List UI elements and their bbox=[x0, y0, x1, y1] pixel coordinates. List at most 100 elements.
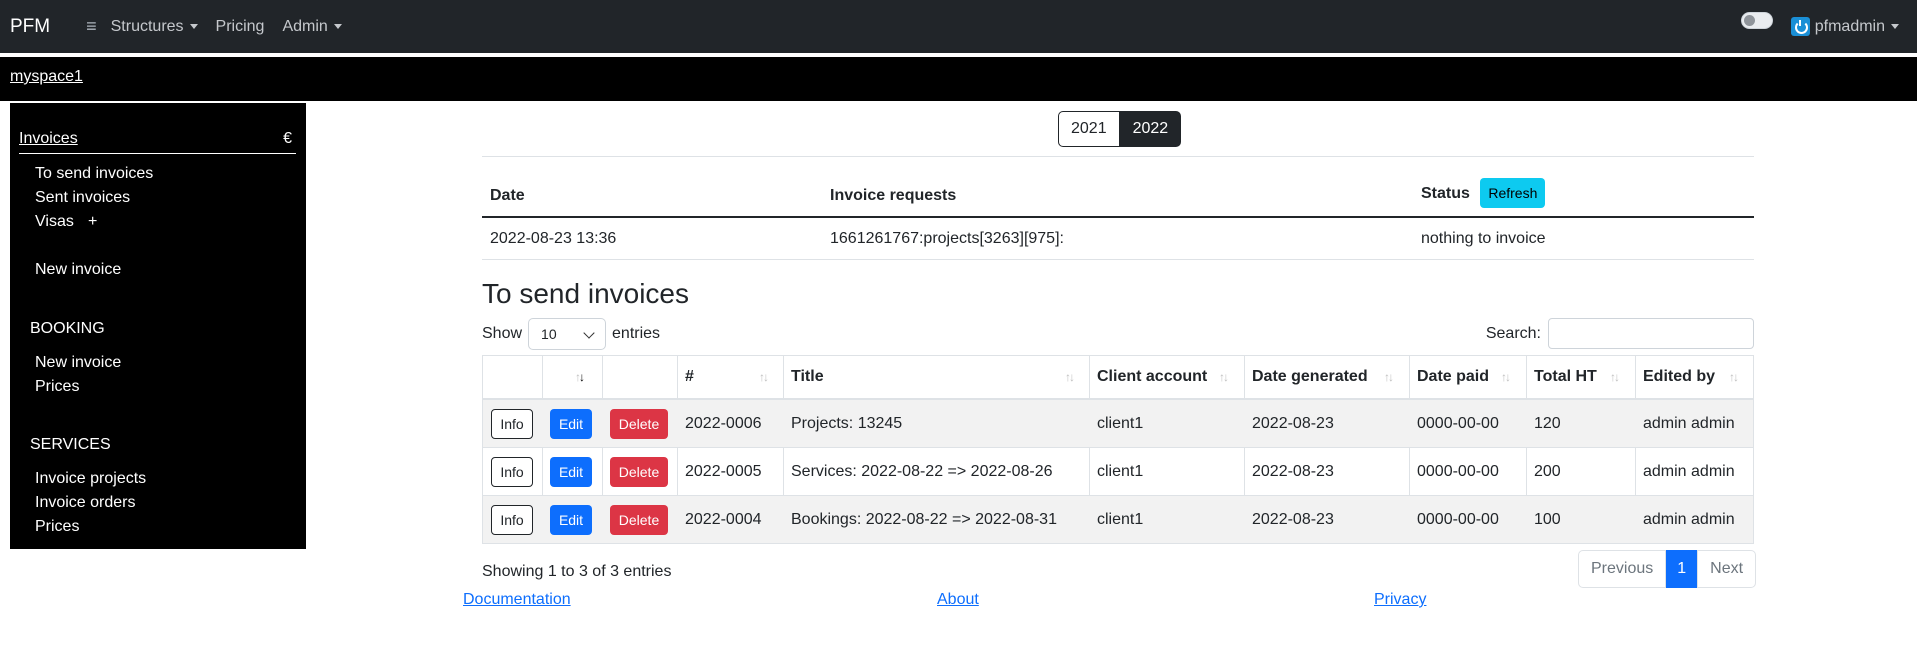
nav-admin[interactable]: Admin bbox=[282, 17, 342, 36]
footer-documentation-link[interactable]: Documentation bbox=[463, 591, 571, 609]
pagination: Previous 1 Next bbox=[1578, 550, 1757, 588]
cell-editor: admin admin bbox=[1643, 462, 1735, 480]
request-text: 1661261767:projects[3263][975]: bbox=[830, 229, 1064, 247]
status-label: Status bbox=[1421, 185, 1470, 203]
sort-icon[interactable]: ↑↓ bbox=[1065, 370, 1075, 384]
navbar-right: pfmadmin bbox=[1740, 0, 1899, 53]
sidebar-item-invoice-orders[interactable]: Invoice orders bbox=[35, 494, 136, 512]
edit-button[interactable]: Edit bbox=[550, 408, 592, 439]
pagination-next[interactable]: Next bbox=[1697, 550, 1757, 588]
entries-label: entries bbox=[612, 325, 661, 342]
switch-knob bbox=[1743, 15, 1755, 26]
edit-button[interactable]: Edit bbox=[550, 504, 592, 535]
footer-privacy-link[interactable]: Privacy bbox=[1374, 591, 1426, 609]
sidebar-item-booking-prices[interactable]: Prices bbox=[35, 378, 79, 396]
user-name: pfmadmin bbox=[1814, 17, 1885, 35]
cell-date-generated: 2022-08-23 bbox=[1252, 510, 1334, 528]
header-date-paid[interactable]: Date paid bbox=[1417, 368, 1489, 386]
cell-title: Services: 2022-08-22 => 2022-08-26 bbox=[791, 462, 1053, 480]
cell-total: 100 bbox=[1534, 510, 1561, 528]
sidebar-item-visas[interactable]: Visas bbox=[35, 213, 74, 231]
nav-admin-label: Admin bbox=[282, 17, 328, 35]
header-edited-by[interactable]: Edited by bbox=[1643, 368, 1715, 386]
space-bar: myspace1 bbox=[0, 57, 1917, 101]
show-label: Show bbox=[482, 325, 523, 342]
header-title[interactable]: Title bbox=[791, 368, 824, 386]
header-total-ht[interactable]: Total HT bbox=[1534, 368, 1597, 386]
nav-structures[interactable]: Structures bbox=[111, 18, 198, 36]
sort-icon[interactable]: ↑↓ bbox=[759, 370, 769, 384]
sidebar-item-booking-new-invoice[interactable]: New invoice bbox=[35, 354, 121, 372]
refresh-button[interactable]: Refresh bbox=[1480, 178, 1546, 209]
header-date-generated[interactable]: Date generated bbox=[1252, 368, 1368, 386]
sidebar-item-sent[interactable]: Sent invoices bbox=[35, 189, 130, 207]
caret-down-icon bbox=[1891, 24, 1899, 29]
cell-number: 2022-0006 bbox=[685, 414, 762, 432]
chevron-down-icon bbox=[583, 327, 595, 339]
add-visa-icon[interactable]: + bbox=[88, 213, 97, 231]
pagination-page-1[interactable]: 1 bbox=[1666, 550, 1698, 588]
sort-icon[interactable]: ↑↓ bbox=[1384, 370, 1394, 384]
cell-client: client1 bbox=[1097, 462, 1144, 480]
delete-button[interactable]: Delete bbox=[610, 408, 668, 439]
space-link[interactable]: myspace1 bbox=[10, 68, 83, 86]
sidebar-title-invoices[interactable]: Invoices bbox=[19, 130, 78, 147]
table-header-row: ↑↓ # ↑↓ Title ↑↓ Client account ↑↓ Date … bbox=[483, 356, 1753, 399]
cell-total: 120 bbox=[1534, 414, 1561, 432]
sidebar-item-to-send[interactable]: To send invoices bbox=[35, 165, 153, 183]
footer-about-link[interactable]: About bbox=[937, 591, 979, 609]
delete-button[interactable]: Delete bbox=[610, 456, 668, 487]
sort-icon-active[interactable]: ↑↓ bbox=[575, 370, 585, 384]
user-menu[interactable]: pfmadmin bbox=[1815, 18, 1899, 36]
info-button[interactable]: Info bbox=[491, 456, 533, 487]
sort-icon[interactable]: ↑↓ bbox=[1610, 370, 1620, 384]
year-button-2021[interactable]: 2021 bbox=[1058, 111, 1120, 147]
sidebar-item-services-prices[interactable]: Prices bbox=[35, 518, 79, 536]
sidebar-section-booking: BOOKING bbox=[30, 320, 105, 337]
request-date: 2022-08-23 13:36 bbox=[490, 229, 617, 247]
page-size-select[interactable]: 10 bbox=[528, 318, 607, 350]
delete-button[interactable]: Delete bbox=[610, 504, 668, 535]
section-title: To send invoices bbox=[482, 278, 690, 309]
sidebar-item-new-invoice[interactable]: New invoice bbox=[35, 261, 121, 279]
sort-icon[interactable]: ↑↓ bbox=[1729, 370, 1739, 384]
cell-date-paid: 0000-00-00 bbox=[1417, 462, 1499, 480]
cell-number: 2022-0004 bbox=[685, 510, 762, 528]
sidebar-item-invoice-projects[interactable]: Invoice projects bbox=[35, 470, 146, 488]
table-row: Info Edit Delete 2022-0006 Projects: 132… bbox=[483, 399, 1753, 447]
search-label: Search: bbox=[1485, 324, 1541, 342]
cell-editor: admin admin bbox=[1643, 510, 1735, 528]
search-control: Search: bbox=[1486, 318, 1754, 349]
sort-icon[interactable]: ↑↓ bbox=[1219, 370, 1229, 384]
cell-date-paid: 0000-00-00 bbox=[1417, 510, 1499, 528]
year-button-2022[interactable]: 2022 bbox=[1119, 111, 1182, 147]
requests-header-row: Date Invoice requests Status Refresh bbox=[482, 176, 1754, 218]
col-date: Date bbox=[490, 187, 525, 204]
request-row: 2022-08-23 13:36 1661261767:projects[326… bbox=[482, 218, 1754, 260]
pagination-previous[interactable]: Previous bbox=[1578, 550, 1667, 588]
info-button[interactable]: Info bbox=[491, 504, 533, 535]
request-status: nothing to invoice bbox=[1421, 229, 1546, 247]
table-row: Info Edit Delete 2022-0004 Bookings: 202… bbox=[483, 495, 1753, 543]
edit-button[interactable]: Edit bbox=[550, 456, 592, 487]
header-info-col bbox=[491, 362, 531, 392]
euro-icon: € bbox=[283, 130, 292, 147]
info-button[interactable]: Info bbox=[491, 408, 533, 439]
nav-pricing-label: Pricing bbox=[215, 17, 265, 35]
divider bbox=[482, 156, 1754, 157]
menu-toggle-icon[interactable]: ≡ bbox=[86, 16, 97, 37]
caret-down-icon bbox=[333, 24, 342, 29]
cell-client: client1 bbox=[1097, 510, 1144, 528]
header-client-account[interactable]: Client account bbox=[1097, 368, 1207, 386]
search-input[interactable] bbox=[1548, 318, 1754, 349]
cell-total: 200 bbox=[1534, 462, 1561, 480]
header-number[interactable]: # bbox=[685, 368, 694, 386]
year-selector: 2021 2022 bbox=[1058, 111, 1182, 147]
theme-toggle-switch[interactable] bbox=[1740, 12, 1773, 29]
brand-logo[interactable]: PFM bbox=[10, 16, 50, 38]
table-row: Info Edit Delete 2022-0005 Services: 202… bbox=[483, 447, 1753, 495]
sort-icon[interactable]: ↑↓ bbox=[1501, 370, 1511, 384]
nav-pricing[interactable]: Pricing bbox=[216, 18, 265, 36]
cell-client: client1 bbox=[1097, 414, 1144, 432]
cell-date-generated: 2022-08-23 bbox=[1252, 462, 1334, 480]
